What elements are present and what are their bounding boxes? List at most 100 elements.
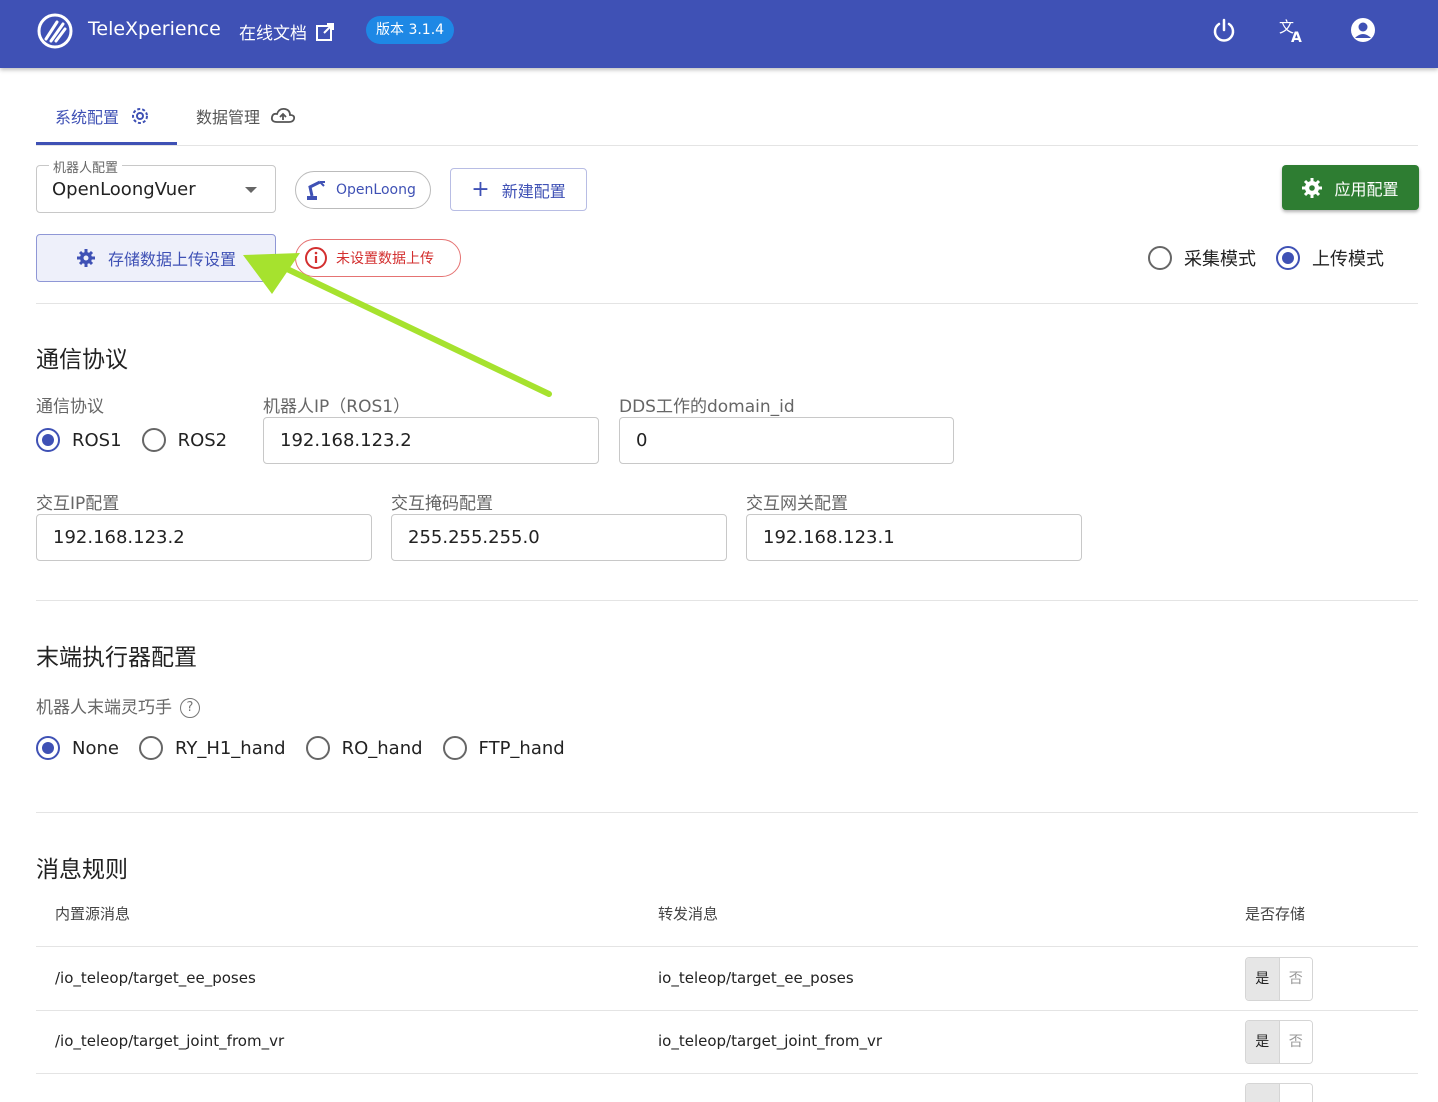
- table-header-divider: [36, 946, 1418, 947]
- radio-button: [1276, 246, 1300, 270]
- source-message-cell: /io_teleop/target_joint_from_vr: [55, 1032, 285, 1050]
- openloong-chip[interactable]: OpenLoong: [295, 171, 431, 209]
- gear-icon: [132, 108, 149, 124]
- robot-config-value: OpenLoongVuer: [52, 179, 196, 200]
- version-badge: 版本 3.1.4: [366, 16, 455, 44]
- radio-upload-mode-label: 上传模式: [1312, 249, 1384, 270]
- radio-button: [1148, 246, 1172, 270]
- radio-upload-mode[interactable]: 上传模式: [1276, 245, 1384, 271]
- radio-ros1-label: ROS1: [72, 429, 122, 451]
- robot-config-legend: 机器人配置: [49, 157, 123, 176]
- translate-icon[interactable]: 文 A: [1277, 15, 1307, 45]
- online-docs-label: 在线文档: [239, 24, 307, 44]
- app-logo-icon: [37, 13, 73, 49]
- store-yes-button[interactable]: 是: [1246, 1021, 1279, 1063]
- plus-icon: +: [471, 176, 490, 202]
- upload-not-set-label: 未设置数据上传: [336, 251, 434, 267]
- end-effector-radio-group: None RY_H1_hand RO_hand FTP_hand: [36, 736, 565, 760]
- gear-icon: [1302, 177, 1323, 198]
- tab-data-management[interactable]: 数据管理: [196, 102, 296, 130]
- openloong-chip-label: OpenLoong: [336, 182, 416, 198]
- tab-data-management-label: 数据管理: [196, 108, 261, 127]
- radio-hand-ftp-label: FTP_hand: [478, 737, 565, 759]
- robot-ip-field[interactable]: 192.168.123.2: [263, 417, 599, 464]
- radio-collect-mode[interactable]: 采集模式: [1148, 245, 1256, 271]
- dds-domain-field[interactable]: 0: [619, 417, 954, 464]
- mode-radio-group: 采集模式 上传模式: [1148, 245, 1384, 271]
- store-yes-button[interactable]: 是: [1246, 958, 1279, 1000]
- dexterous-hand-label-row: 机器人末端灵巧手?: [36, 693, 200, 718]
- info-icon: [305, 247, 327, 269]
- radio-hand-ro-label: RO_hand: [341, 737, 423, 759]
- apply-config-button[interactable]: 应用配置: [1282, 165, 1419, 210]
- store-toggle: 是 否: [1245, 957, 1313, 1001]
- store-toggle: 是 否: [1245, 1020, 1313, 1064]
- end-effector-section-title: 末端执行器配置: [36, 645, 197, 671]
- radio-button: [305, 736, 330, 760]
- radio-button: [141, 428, 166, 452]
- table-header-forward: 转发消息: [658, 905, 719, 923]
- protocol-radio-group: ROS1 ROS2: [36, 428, 227, 452]
- help-icon[interactable]: ?: [180, 698, 200, 718]
- online-docs-link[interactable]: 在线文档: [239, 19, 335, 44]
- table-header-store: 是否存储: [1245, 905, 1306, 923]
- account-icon[interactable]: [1348, 15, 1378, 45]
- interaction-gateway-label: 交互网关配置: [746, 494, 848, 514]
- radio-button: [36, 428, 60, 452]
- cloud-upload-icon: [270, 107, 296, 123]
- section-divider: [36, 303, 1418, 304]
- interaction-mask-label: 交互掩码配置: [391, 494, 493, 514]
- interaction-ip-field[interactable]: 192.168.123.2: [36, 514, 372, 561]
- interaction-ip-label: 交互IP配置: [36, 494, 120, 514]
- radio-button: [442, 736, 467, 760]
- dds-domain-label: DDS工作的domain_id: [619, 397, 795, 417]
- forward-message-cell: io_teleop/target_ee_poses: [658, 969, 854, 987]
- store-yes-button[interactable]: [1246, 1084, 1279, 1102]
- dropdown-arrow-icon: [245, 187, 257, 193]
- app-bar: TeleXperience 在线文档 版本 3.1.4 文 A: [0, 0, 1438, 68]
- dexterous-hand-label: 机器人末端灵巧手: [36, 698, 172, 718]
- robot-config-select[interactable]: 机器人配置 OpenLoongVuer: [36, 157, 276, 213]
- radio-hand-ftp[interactable]: FTP_hand: [442, 736, 565, 760]
- tab-system-config[interactable]: 系统配置: [55, 102, 151, 130]
- store-no-button[interactable]: [1278, 1084, 1312, 1102]
- source-message-cell: /io_teleop/target_ee_poses: [55, 969, 256, 987]
- table-row-divider: [36, 1010, 1418, 1011]
- protocol-label: 通信协议: [36, 397, 104, 417]
- radio-hand-ry-h1-label: RY_H1_hand: [174, 737, 286, 759]
- radio-button: [138, 736, 163, 760]
- tabs-divider: [36, 145, 1418, 146]
- new-config-button[interactable]: + 新建配置: [450, 168, 587, 211]
- store-toggle: [1245, 1083, 1313, 1102]
- section-divider: [36, 600, 1418, 601]
- external-link-icon: [316, 22, 334, 41]
- interaction-gateway-field[interactable]: 192.168.123.1: [746, 514, 1082, 561]
- message-rules-section-title: 消息规则: [36, 857, 128, 883]
- radio-hand-ry-h1[interactable]: RY_H1_hand: [138, 736, 286, 760]
- radio-hand-none[interactable]: None: [36, 736, 119, 760]
- upload-not-set-chip: 未设置数据上传: [295, 239, 461, 277]
- robot-arm-icon: [307, 180, 325, 200]
- radio-hand-ro[interactable]: RO_hand: [305, 736, 423, 760]
- interaction-mask-field[interactable]: 255.255.255.0: [391, 514, 727, 561]
- section-divider: [36, 812, 1418, 813]
- power-icon[interactable]: [1209, 15, 1239, 45]
- gear-icon: [76, 249, 95, 267]
- store-no-button[interactable]: 否: [1278, 1021, 1312, 1063]
- new-config-label: 新建配置: [501, 181, 566, 201]
- table-header-source: 内置源消息: [55, 905, 131, 923]
- apply-config-label: 应用配置: [1334, 179, 1399, 199]
- storage-upload-settings-label: 存储数据上传设置: [107, 250, 236, 269]
- store-no-button[interactable]: 否: [1278, 958, 1312, 1000]
- comm-section-title: 通信协议: [36, 347, 128, 373]
- table-row-divider: [36, 1073, 1418, 1074]
- storage-upload-settings-button[interactable]: 存储数据上传设置: [36, 234, 276, 282]
- radio-ros1[interactable]: ROS1: [36, 428, 122, 452]
- app-title: TeleXperience: [88, 18, 221, 40]
- radio-collect-mode-label: 采集模式: [1184, 249, 1256, 270]
- radio-hand-none-label: None: [72, 737, 119, 759]
- forward-message-cell: io_teleop/target_joint_from_vr: [658, 1032, 883, 1050]
- radio-ros2[interactable]: ROS2: [141, 428, 227, 452]
- radio-button: [36, 736, 60, 760]
- tab-system-config-label: 系统配置: [55, 108, 120, 127]
